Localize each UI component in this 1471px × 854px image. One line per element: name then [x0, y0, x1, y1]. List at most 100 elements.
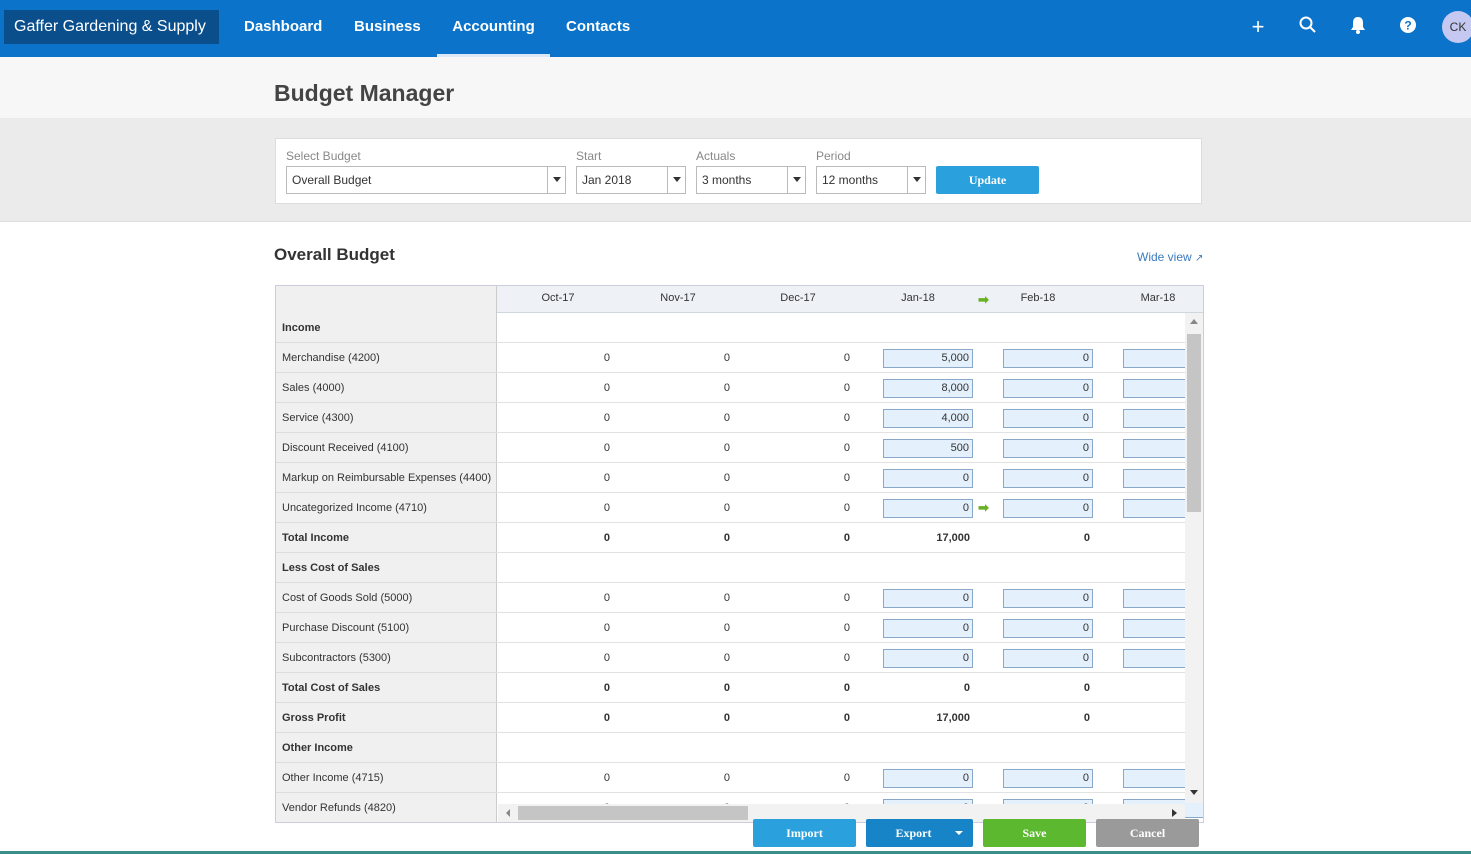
period-value: 12 months [822, 173, 879, 187]
expand-icon: ↗ [1195, 253, 1204, 264]
budget-filters: Select Budget Overall Budget Start Jan 2… [275, 138, 1202, 204]
column-header: Jan-18 [901, 292, 935, 304]
budget-input[interactable]: 0 [883, 649, 973, 668]
budget-input[interactable]: 0 [883, 589, 973, 608]
scroll-right-icon[interactable] [1172, 809, 1177, 817]
chevron-down-icon [547, 167, 565, 193]
cell-value: 0 [843, 442, 850, 454]
wide-view-link[interactable]: Wide view ↗ [1137, 250, 1203, 264]
scroll-up-icon[interactable] [1190, 319, 1198, 324]
vertical-scroll-thumb[interactable] [1187, 334, 1201, 512]
row-label: Other Income (4715) [276, 763, 497, 793]
table-row: Merchandise (4200) 0 0 0 5,000 0 [276, 343, 1203, 373]
budget-input[interactable]: 0 [883, 619, 973, 638]
row-label: Uncategorized Income (4710) [276, 493, 497, 523]
horizontal-scroll-thumb[interactable] [518, 806, 748, 820]
cell-value: 0 [843, 382, 850, 394]
export-button[interactable]: Export [866, 819, 973, 847]
cell-value: 0 [723, 772, 730, 784]
cell-value: 0 [1083, 682, 1090, 694]
title-band [0, 57, 1471, 118]
export-label: Export [895, 826, 932, 840]
cell-value: 17,000 [936, 712, 970, 724]
budget-input[interactable]: 4,000 [883, 409, 973, 428]
wide-view-label: Wide view [1137, 250, 1192, 264]
save-button[interactable]: Save [983, 819, 1086, 847]
cell-value: 0 [603, 682, 610, 694]
budget-input[interactable]: 0 [883, 769, 973, 788]
cancel-button[interactable]: Cancel [1096, 819, 1199, 847]
start-dropdown[interactable]: Jan 2018 [576, 166, 686, 194]
cell-value: 0 [603, 442, 610, 454]
cell-value: 0 [603, 622, 610, 634]
cell-value: 0 [603, 532, 610, 544]
row-label: Total Income [276, 523, 497, 553]
table-row: Purchase Discount (5100) 0 0 0 0 0 [276, 613, 1203, 643]
nav-accounting[interactable]: Accounting [437, 0, 550, 57]
budget-input[interactable]: 0 [1003, 499, 1093, 518]
nav-business[interactable]: Business [354, 0, 421, 57]
actuals-value: 3 months [702, 173, 752, 187]
column-header: Dec-17 [780, 292, 816, 304]
row-label: Discount Received (4100) [276, 433, 497, 463]
bell-icon[interactable] [1347, 16, 1369, 38]
cell-value: 0 [843, 502, 850, 514]
page-title: Budget Manager [274, 80, 455, 106]
row-label: Income [276, 313, 497, 343]
budget-input[interactable]: 0 [883, 469, 973, 488]
budget-input[interactable]: 0 [1003, 649, 1093, 668]
budget-input[interactable]: 8,000 [883, 379, 973, 398]
budget-input[interactable]: 0 [883, 499, 973, 518]
row-label: Less Cost of Sales [276, 553, 497, 583]
cell-value: 0 [843, 412, 850, 424]
cell-value: 0 [723, 442, 730, 454]
budget-input[interactable]: 0 [1003, 469, 1093, 488]
search-icon[interactable] [1297, 16, 1319, 38]
plus-icon[interactable]: + [1247, 16, 1269, 38]
budget-input[interactable]: 5,000 [883, 349, 973, 368]
column-header: Oct-17 [541, 292, 575, 304]
budget-input[interactable]: 0 [1003, 409, 1093, 428]
import-button[interactable]: Import [753, 819, 856, 847]
table-row: Service (4300) 0 0 0 4,000 0 [276, 403, 1203, 433]
actuals-dropdown[interactable]: 3 months [696, 166, 806, 194]
budget-input[interactable]: 0 [1003, 439, 1093, 458]
budget-input[interactable]: 500 [883, 439, 973, 458]
caret-down-icon[interactable] [955, 831, 963, 839]
budget-input[interactable]: 0 [1003, 619, 1093, 638]
vertical-scrollbar[interactable] [1185, 313, 1203, 803]
cell-value: 0 [723, 472, 730, 484]
actuals-label: Actuals [696, 149, 736, 163]
avatar[interactable]: CK [1442, 11, 1471, 43]
cell-value: 0 [723, 712, 730, 724]
cell-value: 0 [723, 652, 730, 664]
budget-input[interactable]: 0 [1003, 769, 1093, 788]
period-dropdown[interactable]: 12 months [816, 166, 926, 194]
select-budget-dropdown[interactable]: Overall Budget [286, 166, 566, 194]
cell-value: 0 [723, 622, 730, 634]
table-row: Gross Profit 0 0 0 17,000 0 [276, 703, 1185, 733]
table-row: Cost of Goods Sold (5000) 0 0 0 0 0 [276, 583, 1203, 613]
organization-switcher[interactable]: Gaffer Gardening & Supply [4, 10, 219, 64]
nav-contacts[interactable]: Contacts [566, 0, 630, 57]
cell-value: 0 [843, 772, 850, 784]
budget-input[interactable]: 0 [1003, 379, 1093, 398]
update-button[interactable]: Update [936, 166, 1039, 194]
cell-value: 0 [843, 652, 850, 664]
budget-input[interactable]: 0 [1003, 349, 1093, 368]
column-header: Mar-18 [1140, 292, 1176, 304]
table-row: Other Income (4715) 0 0 0 0 0 [276, 763, 1203, 793]
table-row: Markup on Reimbursable Expenses (4400) 0 0… [276, 463, 1203, 493]
chevron-down-icon [787, 167, 805, 193]
cell-value: 0 [843, 532, 850, 544]
arrow-right-icon[interactable]: ➡ [978, 500, 989, 516]
nav-dashboard[interactable]: Dashboard [244, 0, 322, 57]
help-icon[interactable]: ? [1397, 16, 1419, 38]
table-row: Uncategorized Income (4710) 0 0 0 0 0 ➡ [276, 493, 1203, 523]
scroll-left-icon[interactable] [506, 809, 510, 817]
table-row: Less Cost of Sales [276, 553, 1185, 583]
row-label: Cost of Goods Sold (5000) [276, 583, 497, 613]
table-row: Discount Received (4100) 0 0 0 500 0 [276, 433, 1203, 463]
budget-input[interactable]: 0 [1003, 589, 1093, 608]
scroll-down-icon[interactable] [1190, 790, 1198, 795]
